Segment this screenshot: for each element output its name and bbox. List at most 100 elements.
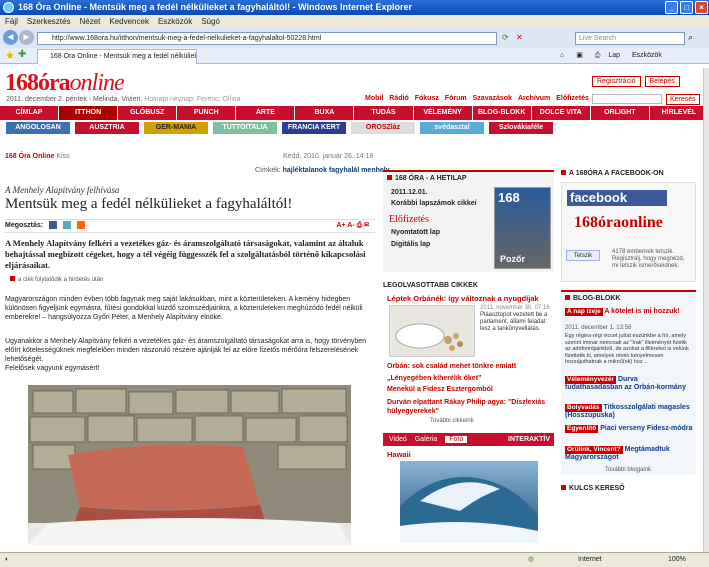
twitter-share-icon[interactable] xyxy=(63,221,72,230)
link-elofizetes[interactable]: Előfizetés xyxy=(556,95,589,102)
refresh-icon[interactable]: ⟳ xyxy=(502,33,509,42)
link-forum[interactable]: Fórum xyxy=(445,95,467,102)
menu-edit[interactable]: Szerkesztés xyxy=(27,17,71,26)
nav-dolce-vita[interactable]: DOLCE VITA xyxy=(532,106,591,120)
menu-favorites[interactable]: Kedvencek xyxy=(109,17,149,26)
search-icon[interactable]: ⌕ xyxy=(688,32,693,43)
nav-velemeny[interactable]: VÉLEMÉNY xyxy=(414,106,473,120)
digitalis-link[interactable]: Digitális lap xyxy=(391,241,430,248)
partner-francia-kert[interactable]: FRANCIA KERT xyxy=(282,122,346,134)
blog-entry-2[interactable]: Bolyvadás Titkosszolgálati magasles (Hos… xyxy=(565,404,693,420)
search-input[interactable]: Live Search xyxy=(575,32,685,45)
interaktiv-label[interactable]: INTERAKTÍV xyxy=(508,433,550,446)
partner-ausztria[interactable]: AUSZTRIA xyxy=(75,122,139,134)
forward-button[interactable]: ► xyxy=(19,30,34,45)
more-blogs-link[interactable]: További blogjaink xyxy=(605,467,651,473)
partner-tuttoitalia[interactable]: TUTTOITALIA xyxy=(213,122,277,134)
nav-buxa[interactable]: BUXA xyxy=(295,106,355,120)
entry-4-tag[interactable]: Őrülink, Vincent? xyxy=(565,446,623,454)
korabbi-link[interactable]: Korábbi lapszámok cikkei xyxy=(391,200,477,207)
more-articles-link[interactable]: További cikkeink xyxy=(430,418,474,424)
menu-view[interactable]: Nézet xyxy=(79,17,100,26)
share-bar: Megosztás: A+ A- ⎙ ✉ xyxy=(5,219,375,233)
nav-arte[interactable]: ARTE xyxy=(236,106,296,120)
site-logo[interactable]: 168óraonline xyxy=(5,70,125,97)
tab-foto[interactable]: Fotó xyxy=(445,436,468,443)
tags-links[interactable]: hajléktalanok fagyhalál menhely xyxy=(283,167,390,174)
register-button[interactable]: Regisztráció xyxy=(592,76,641,87)
facebook-logo[interactable]: facebook xyxy=(567,190,667,206)
nav-orlight[interactable]: ORLIGHT xyxy=(591,106,650,120)
partner-svedasztal[interactable]: svédasztal xyxy=(420,122,484,134)
entry-2-tag[interactable]: Bolyvadás xyxy=(565,404,602,412)
entry-3-tag[interactable]: Egyenlítő xyxy=(565,425,599,433)
partner-szlovakiafele[interactable]: Szlovákiaféle xyxy=(489,122,553,134)
partner-angolosan[interactable]: ANGOLOSAN xyxy=(6,122,70,134)
back-button[interactable]: ◄ xyxy=(3,30,18,45)
link-radio[interactable]: Rádió xyxy=(389,95,408,102)
tab-video[interactable]: Videó xyxy=(389,436,407,443)
nav-cimlap[interactable]: CÍMLAP xyxy=(0,106,60,120)
nyomtatott-link[interactable]: Nyomtatott lap xyxy=(391,229,440,236)
most-read-top-link[interactable]: Léptek Orbánék: így változnak a nyugdíja… xyxy=(387,294,539,303)
feeds-icon[interactable]: ▣ xyxy=(576,52,583,59)
vertical-scrollbar[interactable] xyxy=(703,68,709,552)
add-favorite-icon[interactable]: ✚ xyxy=(18,49,26,60)
nav-globusz[interactable]: GLÓBUSZ xyxy=(118,106,178,120)
tab-galeria[interactable]: Galéria xyxy=(415,436,438,443)
namedays: Holnapi névnap: Ferenc, Olívia xyxy=(144,96,241,103)
home-icon[interactable]: ⌂ xyxy=(560,52,564,59)
zoom-level[interactable]: 100% xyxy=(668,553,686,567)
partner-germania[interactable]: GER-MANIA xyxy=(144,122,208,134)
nav-blog-blokk[interactable]: BLOG-BLOKK xyxy=(473,106,532,120)
most-read-item-2[interactable]: „Lényegében kiherélik őket” xyxy=(387,375,482,382)
nav-itthon[interactable]: ITTHON xyxy=(59,106,119,120)
magazine-cover[interactable]: 168 Pozőr xyxy=(494,187,551,269)
facebook-share-icon[interactable] xyxy=(49,221,58,230)
nav-punch[interactable]: PUNCH xyxy=(177,106,237,120)
entry-1-tag[interactable]: Véleményvezér xyxy=(565,376,616,384)
entry-3-title[interactable]: Piaci verseny Fidesz-módra xyxy=(600,425,692,432)
stop-icon[interactable]: ✕ xyxy=(516,33,523,42)
site-search-input[interactable] xyxy=(592,94,662,104)
menu-file[interactable]: Fájl xyxy=(5,17,18,26)
print-icon[interactable]: ⎙ xyxy=(595,52,601,59)
minimize-button[interactable]: _ xyxy=(665,1,678,14)
maximize-button[interactable]: □ xyxy=(680,1,693,14)
photo-caption[interactable]: Hawaii xyxy=(387,450,411,459)
blog-lead-title[interactable]: A kötelet is mi hozzuk! xyxy=(604,308,679,315)
like-button[interactable]: Tetszik xyxy=(566,250,600,261)
login-button[interactable]: Belépés xyxy=(644,76,680,87)
iwiw-share-icon[interactable] xyxy=(76,221,85,230)
favorites-star-icon[interactable]: ★ xyxy=(5,49,15,62)
site-search-button[interactable]: Keresés xyxy=(666,94,700,105)
most-read-item-3[interactable]: Menekül a Fidesz Esztergomból xyxy=(387,386,493,393)
link-fokusz[interactable]: Fókusz xyxy=(415,95,439,102)
blog-entry-1[interactable]: Véleményvezér Durva tudathasadásban az O… xyxy=(565,376,693,392)
fb-brand-logo[interactable]: 168óraonline xyxy=(574,214,663,232)
blog-lead[interactable]: A nap ízeje A kötelet is mi hozzuk! xyxy=(565,308,693,316)
nav-hirlevel[interactable]: HÍRLEVÉL xyxy=(650,106,709,120)
page-menu[interactable]: Lap xyxy=(608,52,620,59)
menu-help[interactable]: Súgó xyxy=(201,17,220,26)
pills-graphic xyxy=(395,323,463,351)
blog-entry-4[interactable]: Őrülink, Vincent? Megtámadtuk Magyarorsz… xyxy=(565,446,693,462)
browser-tab[interactable]: 168 Óra Online - Mentsük meg a fedél nél… xyxy=(37,49,197,64)
font-size-icons[interactable]: A+ A- ⎙ ✉ xyxy=(336,220,369,232)
issue-date: 2011.12.01. xyxy=(391,189,428,196)
link-archivum[interactable]: Archívum xyxy=(518,95,550,102)
partner-oroszlaz[interactable]: OROSZláz xyxy=(351,122,415,134)
most-read-item-4[interactable]: Durván elpattant Rákay Philip agya: "Dis… xyxy=(387,398,552,416)
address-input[interactable]: http://www.168ora.hu/itthon/mentsuk-meg-… xyxy=(37,32,497,45)
link-szavazasok[interactable]: Szavazások xyxy=(473,95,512,102)
blog-lead-tag[interactable]: A nap ízeje xyxy=(565,308,603,316)
tools-menu[interactable]: Eszközök xyxy=(632,52,662,59)
most-read-item-1[interactable]: Orbán: sok család mehet tönkre emiatt xyxy=(387,363,516,370)
main-nav: CÍMLAP ITTHON GLÓBUSZ PUNCH ARTE BUXA TU… xyxy=(0,106,709,120)
wave-photo[interactable] xyxy=(400,461,538,543)
menu-tools[interactable]: Eszközök xyxy=(158,17,192,26)
blog-entry-3[interactable]: Egyenlítő Piaci verseny Fidesz-módra xyxy=(565,425,693,433)
close-button[interactable]: × xyxy=(695,1,708,14)
nav-tudas[interactable]: TUDÁS xyxy=(354,106,414,120)
link-mobil[interactable]: Mobil xyxy=(365,95,383,102)
